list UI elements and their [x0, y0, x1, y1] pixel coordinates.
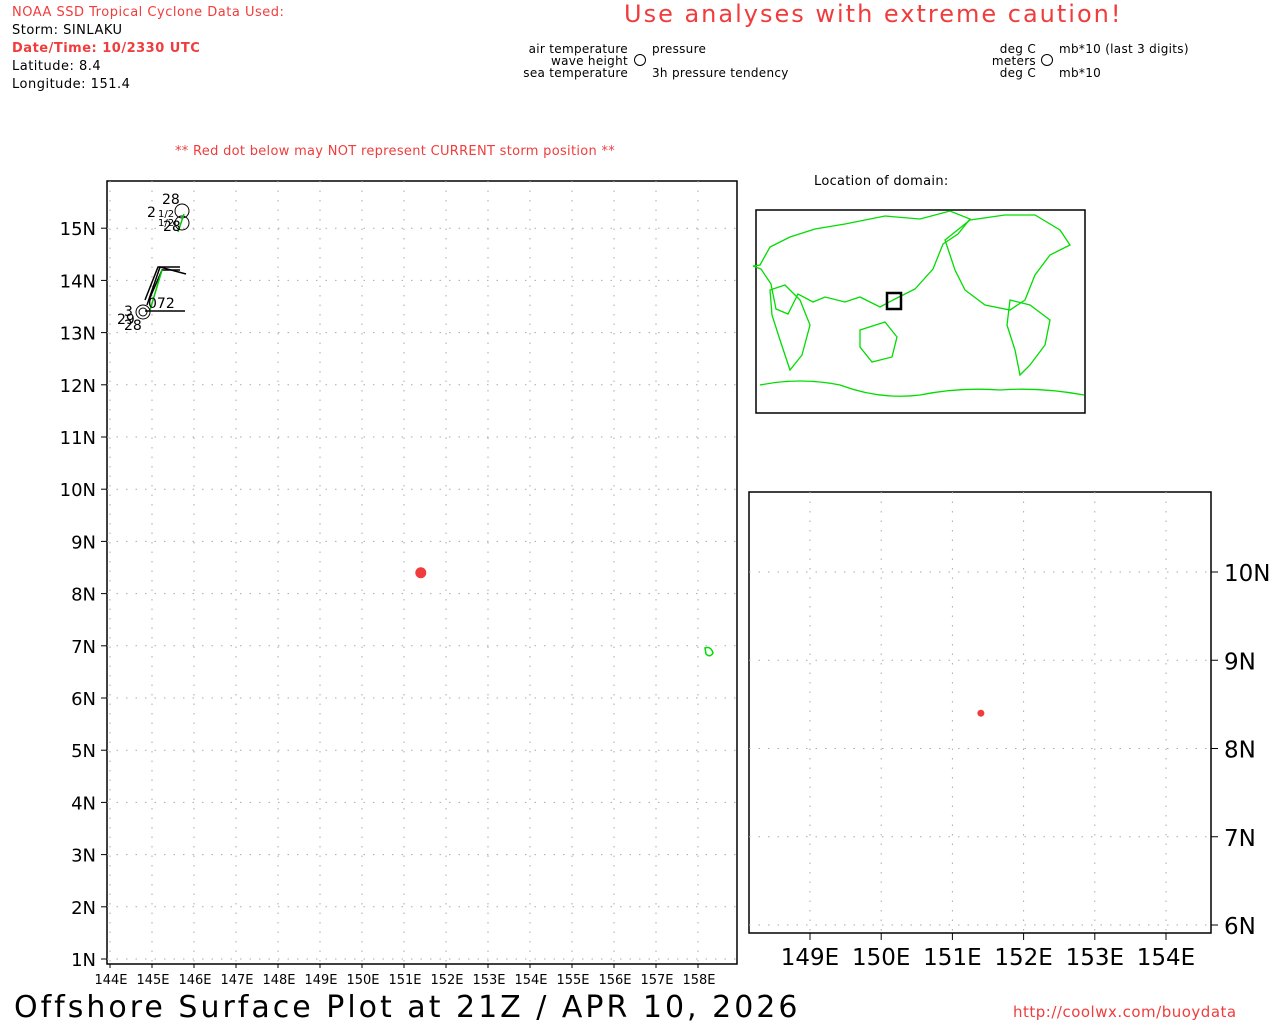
lat-label: 6N [71, 689, 96, 710]
lon-label: 146E [178, 973, 211, 988]
lon-label: 155E [556, 973, 589, 988]
lon-label: 152E [430, 973, 463, 988]
footer-url[interactable]: http://coolwx.com/buoydata [1013, 1003, 1237, 1021]
lat-label: 15N [60, 219, 96, 240]
inset-lon-label: 150E [852, 945, 910, 971]
station-label: 28 [162, 192, 180, 208]
lat-label: 1N [71, 950, 96, 971]
inset-lon-label: 152E [994, 945, 1052, 971]
world-coastlines [752, 210, 1085, 397]
station-circle-legend-right [1041, 54, 1053, 66]
map-canvas: 15N 14N 13N 12N 11N 10N 9N 8N 7N 6N 5N 4N 3N 2N 1N 144E… [60, 54, 1270, 988]
lon-label: 157E [640, 973, 673, 988]
lon-label: 149E [304, 973, 337, 988]
lat-label: 13N [60, 324, 96, 345]
inset-storm-dot [977, 709, 985, 717]
lon-label: 156E [598, 973, 631, 988]
inset-lon-label: 154E [1137, 945, 1195, 971]
lat-label: 4N [71, 793, 96, 814]
lat-label: 7N [71, 637, 96, 658]
inset-lat-label: 9N [1224, 649, 1256, 675]
lon-label: 148E [262, 973, 295, 988]
lon-label: 154E [514, 973, 547, 988]
station-circle-legend-left [634, 54, 646, 66]
inset-lat-label: 6N [1224, 914, 1256, 940]
lon-label: 144E [94, 973, 127, 988]
footer-title: Offshore Surface Plot at 21Z / APR 10, 2… [14, 990, 801, 1025]
domain-location-box [885, 291, 903, 311]
station-label: 2 [147, 205, 156, 221]
lon-label: 145E [136, 973, 169, 988]
lat-label: 3N [71, 846, 96, 867]
storm-position-dot [415, 567, 427, 579]
inset-lat-label: 10N [1224, 561, 1270, 587]
lat-label: 8N [71, 585, 96, 606]
inset-lat-label: 7N [1224, 826, 1256, 852]
lon-label: 158E [682, 973, 715, 988]
lat-label: 14N [60, 271, 96, 292]
inset-lat-label: 8N [1224, 738, 1256, 764]
lat-label: 2N [71, 898, 96, 919]
inset-lon-label: 149E [781, 945, 839, 971]
lat-label: 10N [60, 480, 96, 501]
lon-label: 150E [346, 973, 379, 988]
lat-label: 9N [71, 532, 96, 553]
island-coastline [704, 646, 714, 657]
lon-label: 153E [472, 973, 505, 988]
station-label: 28 [163, 219, 181, 235]
station-observations: 28 2 1/2 1/2 28 3 29 28 072 [117, 192, 190, 334]
locator-map-frame [755, 209, 1086, 414]
lat-label: 5N [71, 741, 96, 762]
station-label: 072 [148, 296, 175, 312]
lat-label: 12N [60, 376, 96, 397]
lon-label: 151E [388, 973, 421, 988]
station-label: 28 [124, 318, 142, 334]
inset-lon-label: 151E [923, 945, 981, 971]
inset-lon-label: 153E [1066, 945, 1124, 971]
lon-label: 147E [220, 973, 253, 988]
lat-label: 11N [60, 428, 96, 449]
